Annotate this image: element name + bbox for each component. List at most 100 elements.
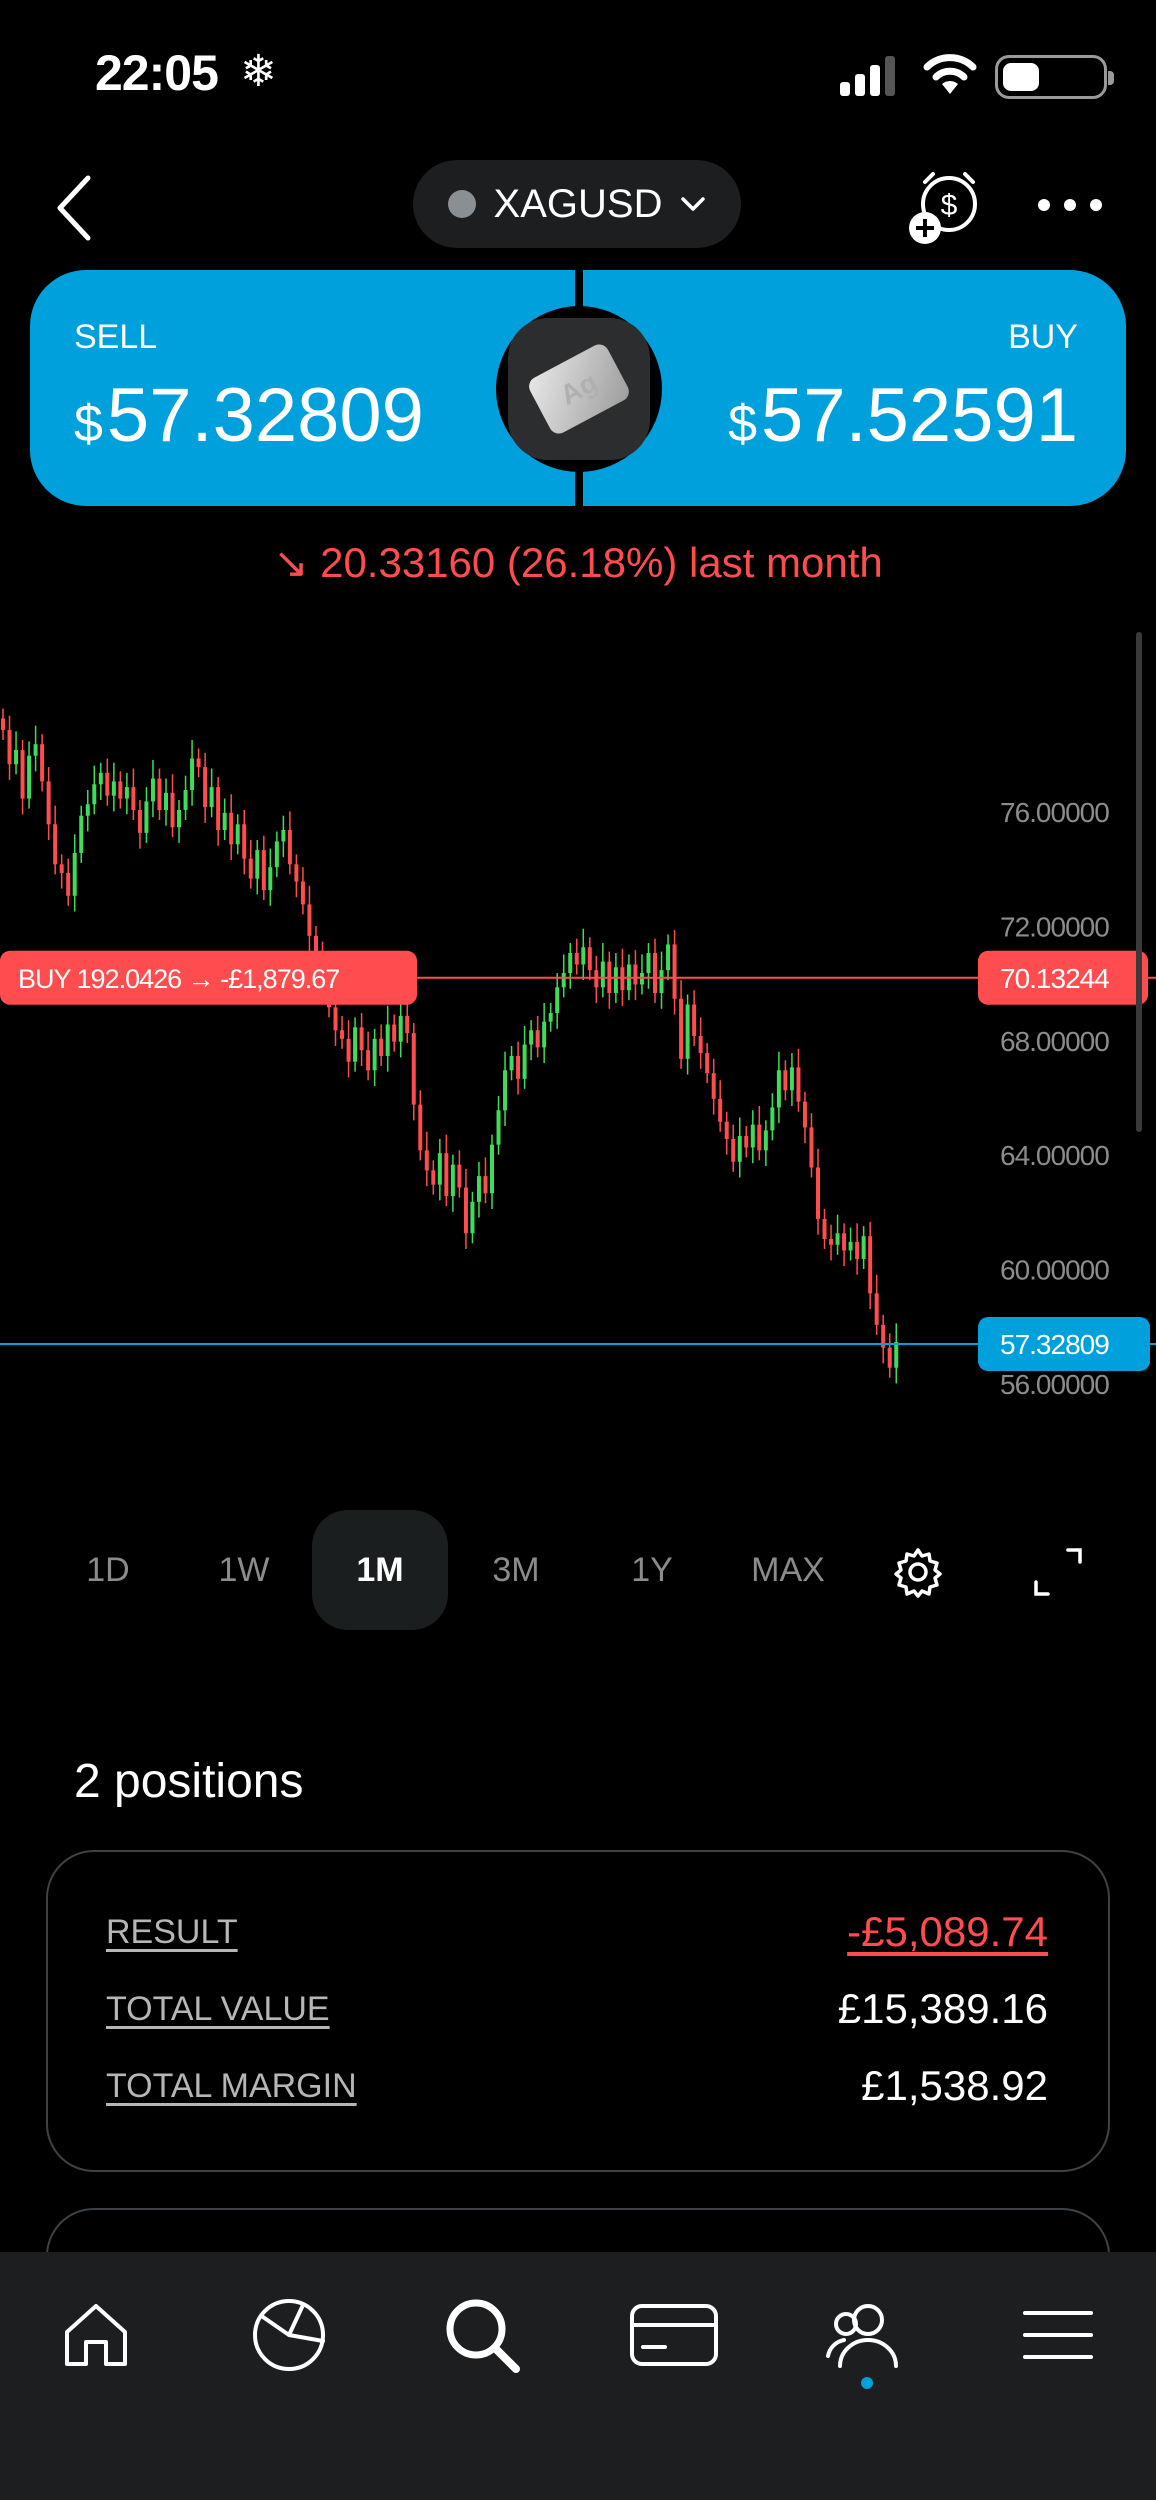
candle-body xyxy=(653,953,657,994)
timeframe-1m[interactable]: 1M xyxy=(312,1510,448,1630)
candle-body xyxy=(46,781,51,825)
candle-body xyxy=(1,718,5,730)
candle-body xyxy=(40,744,45,782)
candle-body xyxy=(235,824,240,845)
sell-label[interactable]: SELL xyxy=(74,318,157,357)
nav-community[interactable] xyxy=(816,2285,916,2385)
buy-price[interactable]: $57.52591 xyxy=(728,372,1078,459)
total-margin-label[interactable]: TOTAL MARGIN xyxy=(106,2067,357,2106)
nav-menu[interactable] xyxy=(1008,2285,1108,2385)
timeframe-selector: 1D 1W 1M 3M 1Y MAX xyxy=(40,1510,1140,1630)
candle-body xyxy=(483,1176,488,1194)
nav-search[interactable] xyxy=(432,2285,532,2385)
candle-body xyxy=(692,1004,697,1036)
candle-body xyxy=(437,1153,442,1185)
candle-body xyxy=(783,1070,788,1091)
candle-body xyxy=(835,1233,840,1245)
candle-body xyxy=(405,1015,410,1034)
active-tab-indicator xyxy=(861,2377,873,2389)
scrollbar[interactable] xyxy=(1136,632,1142,1132)
back-arrow-icon[interactable] xyxy=(48,168,108,248)
timeframe-1w[interactable]: 1W xyxy=(176,1510,312,1630)
candle-body xyxy=(802,1101,807,1128)
fullscreen-icon[interactable] xyxy=(1032,1546,1084,1598)
candle-body xyxy=(529,1030,534,1045)
timeframe-1d[interactable]: 1D xyxy=(40,1510,176,1630)
nav-home[interactable] xyxy=(46,2285,146,2385)
candle-body xyxy=(861,1236,866,1260)
candle-body xyxy=(568,953,573,974)
timeframe-1y[interactable]: 1Y xyxy=(584,1510,720,1630)
more-options-icon[interactable] xyxy=(1030,180,1110,230)
candle-body xyxy=(398,1015,403,1042)
card-icon xyxy=(630,2304,718,2366)
buy-label[interactable]: BUY xyxy=(1008,318,1078,357)
candle-body xyxy=(196,758,201,768)
total-value-row[interactable]: TOTAL VALUE £15,389.16 xyxy=(106,1985,1048,2033)
silver-bar-icon: Ag xyxy=(496,306,662,472)
result-row[interactable]: RESULT -£5,089.74 xyxy=(106,1908,1048,1956)
candle-body xyxy=(646,953,651,974)
candle-body xyxy=(574,953,579,965)
position-label: BUY 192.0426 → -£1,879.67 xyxy=(18,964,339,994)
timeframe-3m[interactable]: 3M xyxy=(448,1510,584,1630)
candle-body xyxy=(887,1347,892,1368)
price-alert-icon[interactable]: $ xyxy=(905,168,985,248)
chevron-down-icon xyxy=(681,197,706,211)
candle-body xyxy=(59,864,64,873)
nav-cards[interactable] xyxy=(624,2285,724,2385)
sell-price[interactable]: $57.32809 xyxy=(74,372,424,459)
candle-body xyxy=(372,1038,377,1071)
candle-body xyxy=(581,947,586,965)
wifi-icon xyxy=(923,54,977,94)
result-label[interactable]: RESULT xyxy=(106,1913,238,1952)
snowflake-icon: ❄ xyxy=(240,47,277,96)
candle-body xyxy=(548,1013,553,1022)
price-chart[interactable]: 76.00000 72.00000 68.00000 64.00000 60.00000… xyxy=(0,630,1156,1430)
candle-body xyxy=(874,1293,879,1325)
candle-body xyxy=(411,1033,416,1105)
candle-body xyxy=(555,987,560,1014)
candle-body xyxy=(150,778,155,802)
candle-body xyxy=(209,787,214,808)
people-icon xyxy=(826,2304,898,2368)
candle-body xyxy=(164,792,168,810)
candle-body xyxy=(633,964,638,985)
nav-portfolio[interactable] xyxy=(239,2285,339,2385)
menu-icon xyxy=(1023,2311,1093,2359)
candle-body xyxy=(731,1138,736,1162)
candle-body xyxy=(587,947,592,971)
candle-body xyxy=(379,1038,384,1056)
candle-body xyxy=(53,824,58,865)
total-margin-row[interactable]: TOTAL MARGIN £1,538.92 xyxy=(106,2062,1048,2110)
cellular-signal-icon xyxy=(840,56,895,96)
y-tick-label: 64.00000 xyxy=(1000,1140,1109,1171)
symbol-label: XAGUSD xyxy=(493,181,663,226)
candle-body xyxy=(85,804,90,816)
timeframe-max[interactable]: MAX xyxy=(720,1510,856,1630)
candle-body xyxy=(757,1124,762,1151)
candle-body xyxy=(737,1136,742,1162)
candle-body xyxy=(829,1239,834,1245)
candle-body xyxy=(776,1070,781,1108)
candle-body xyxy=(659,970,664,994)
symbol-selector[interactable]: XAGUSD xyxy=(413,160,741,248)
candle-body xyxy=(816,1167,820,1219)
candle-body xyxy=(763,1130,768,1151)
candle-body xyxy=(14,749,19,765)
candle-body xyxy=(516,1055,521,1079)
candle-body xyxy=(170,792,175,828)
candle-body xyxy=(809,1127,814,1168)
y-tick-label: 72.00000 xyxy=(1000,911,1109,942)
candle-body xyxy=(666,944,671,971)
candle-body xyxy=(255,850,260,879)
candle-body xyxy=(418,1104,423,1151)
candle-body xyxy=(353,1027,358,1062)
total-value-label[interactable]: TOTAL VALUE xyxy=(106,1990,330,2029)
candle-body xyxy=(157,778,162,810)
gear-icon[interactable] xyxy=(892,1546,944,1598)
candle-body xyxy=(770,1107,775,1131)
candle-body xyxy=(33,744,38,756)
svg-text:$: $ xyxy=(941,189,958,222)
candle-body xyxy=(711,1073,716,1099)
